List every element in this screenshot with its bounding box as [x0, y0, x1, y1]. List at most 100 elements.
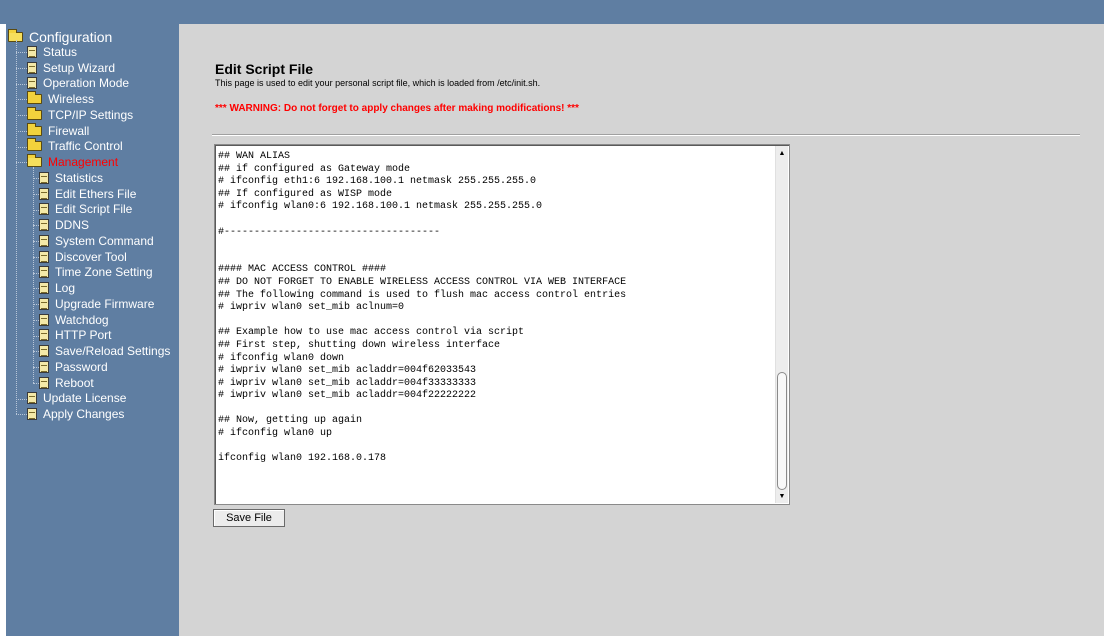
sidebar-item-label: Log	[55, 281, 76, 296]
folder-icon	[27, 122, 42, 136]
sidebar-item-tcp-ip-settings[interactable]: TCP/IP Settings	[27, 106, 134, 123]
sidebar-item-ddns[interactable]: DDNS	[39, 217, 89, 233]
sidebar-item-watchdog[interactable]: Watchdog	[39, 312, 109, 328]
navigation-tree: Configuration Status Setup Wizard Operatio…	[6, 24, 179, 636]
tree-connector	[16, 146, 27, 148]
sidebar-item-time-zone-setting[interactable]: Time Zone Setting	[39, 265, 153, 281]
page-description: This page is used to edit your personal …	[215, 78, 541, 88]
tree-connector	[16, 83, 27, 85]
sidebar-item-system-command[interactable]: System Command	[39, 233, 154, 249]
page-title: Edit Script File	[215, 61, 314, 77]
sidebar-item-label: Management	[48, 155, 119, 170]
tree-connector	[16, 52, 27, 53]
folder-open-icon	[27, 154, 42, 168]
document-icon	[27, 61, 37, 74]
sidebar-item-label: Discover Tool	[55, 249, 127, 264]
sidebar-item-setup-wizard[interactable]: Setup Wizard	[27, 60, 115, 76]
document-icon	[39, 250, 49, 263]
sidebar-item-label: Edit Script File	[55, 202, 133, 217]
folder-icon	[27, 138, 42, 152]
sidebar-item-apply-changes[interactable]: Apply Changes	[27, 406, 124, 422]
sidebar-item-label: Wireless	[48, 92, 95, 107]
sidebar-item-label: Apply Changes	[43, 407, 125, 422]
warning-message: *** WARNING: Do not forget to apply chan…	[215, 103, 579, 114]
sidebar-item-label: DDNS	[55, 218, 90, 233]
sidebar-item-label: Setup Wizard	[43, 60, 116, 75]
document-icon	[39, 329, 49, 342]
document-icon	[39, 203, 49, 216]
folder-icon	[27, 91, 42, 105]
tree-root-configuration[interactable]: Configuration	[6, 29, 112, 45]
tree-connector	[16, 414, 27, 416]
sidebar-item-wireless[interactable]: Wireless	[27, 91, 94, 107]
sidebar-item-label: Time Zone Setting	[55, 265, 153, 280]
sidebar-item-discover-tool[interactable]: Discover Tool	[39, 249, 127, 265]
sidebar-item-label: Edit Ethers File	[55, 186, 137, 201]
tree-connector	[16, 398, 27, 400]
document-icon	[27, 408, 37, 421]
scroll-down-arrow-icon[interactable]: ▼	[776, 489, 788, 503]
sidebar-item-log[interactable]: Log	[39, 280, 75, 296]
sidebar-item-label: Upgrade Firmware	[55, 296, 155, 311]
scrollbar-thumb[interactable]	[777, 372, 787, 490]
document-icon	[39, 376, 49, 389]
sidebar-item-label: Reboot	[55, 375, 94, 390]
document-icon	[39, 234, 49, 247]
document-icon	[27, 45, 37, 58]
sidebar-item-firewall[interactable]: Firewall	[27, 122, 90, 139]
sidebar-item-edit-script-file[interactable]: Edit Script File	[39, 202, 132, 218]
sidebar-item-upgrade-firmware[interactable]: Upgrade Firmware	[39, 296, 154, 312]
sidebar-item-traffic-control[interactable]: Traffic Control	[27, 138, 123, 155]
sidebar-item-status[interactable]: Status	[27, 44, 77, 60]
tree-spine	[16, 40, 17, 415]
save-file-button[interactable]: Save File	[213, 509, 285, 527]
sidebar-item-label: Update License	[43, 391, 127, 406]
sidebar-item-reboot[interactable]: Reboot	[39, 375, 94, 391]
sidebar-item-label: Watchdog	[55, 312, 109, 327]
top-banner	[0, 0, 1104, 24]
tree-connector	[16, 115, 27, 116]
sidebar-item-label: System Command	[55, 233, 154, 248]
tree-connector	[16, 67, 27, 69]
vertical-scrollbar[interactable]: ▲ ▼	[775, 146, 788, 503]
sidebar-item-management[interactable]: Management	[27, 154, 118, 170]
sidebar-item-password[interactable]: Password	[39, 359, 108, 375]
sidebar-item-http-port[interactable]: HTTP Port	[39, 328, 111, 344]
sidebar-item-label: Firewall	[48, 123, 90, 138]
sidebar-item-label: Save/Reload Settings	[55, 344, 171, 359]
document-icon	[27, 392, 37, 405]
script-textarea[interactable]: ## WAN ALIAS ## if configured as Gateway…	[214, 144, 790, 505]
scroll-up-arrow-icon[interactable]: ▲	[776, 146, 788, 160]
tree-subspine	[33, 167, 34, 383]
document-icon	[39, 313, 49, 326]
sidebar-item-label: Status	[43, 44, 78, 59]
tree-connector	[33, 382, 39, 384]
sidebar-item-statistics[interactable]: Statistics	[39, 170, 103, 186]
tree-connector	[16, 99, 27, 101]
document-icon	[39, 171, 49, 184]
document-icon	[39, 266, 49, 279]
sidebar-item-label: Password	[55, 359, 108, 374]
folder-icon	[27, 106, 42, 120]
sidebar-item-label: Statistics	[55, 170, 104, 185]
sidebar-item-label: Traffic Control	[48, 139, 123, 154]
tree-connector	[16, 130, 27, 132]
sidebar-item-edit-ethers-file[interactable]: Edit Ethers File	[39, 186, 136, 202]
sidebar-item-update-license[interactable]: Update License	[27, 391, 126, 407]
tree-root-label: Configuration	[29, 29, 113, 45]
sidebar-item-label: HTTP Port	[55, 328, 112, 343]
document-icon	[39, 219, 49, 232]
document-icon	[39, 345, 49, 358]
document-icon	[39, 282, 49, 295]
document-icon	[27, 77, 37, 90]
sidebar-item-label: TCP/IP Settings	[48, 107, 134, 122]
document-icon	[39, 360, 49, 373]
sidebar-item-label: Operation Mode	[43, 76, 130, 91]
sidebar-item-save-reload-settings[interactable]: Save/Reload Settings	[39, 343, 170, 359]
sidebar-item-operation-mode[interactable]: Operation Mode	[27, 76, 129, 92]
tree-connector	[16, 162, 27, 164]
divider	[212, 134, 1080, 136]
main-content: Edit Script File This page is used to ed…	[179, 24, 1104, 636]
script-text[interactable]: ## WAN ALIAS ## if configured as Gateway…	[218, 151, 773, 466]
document-icon	[39, 297, 49, 310]
